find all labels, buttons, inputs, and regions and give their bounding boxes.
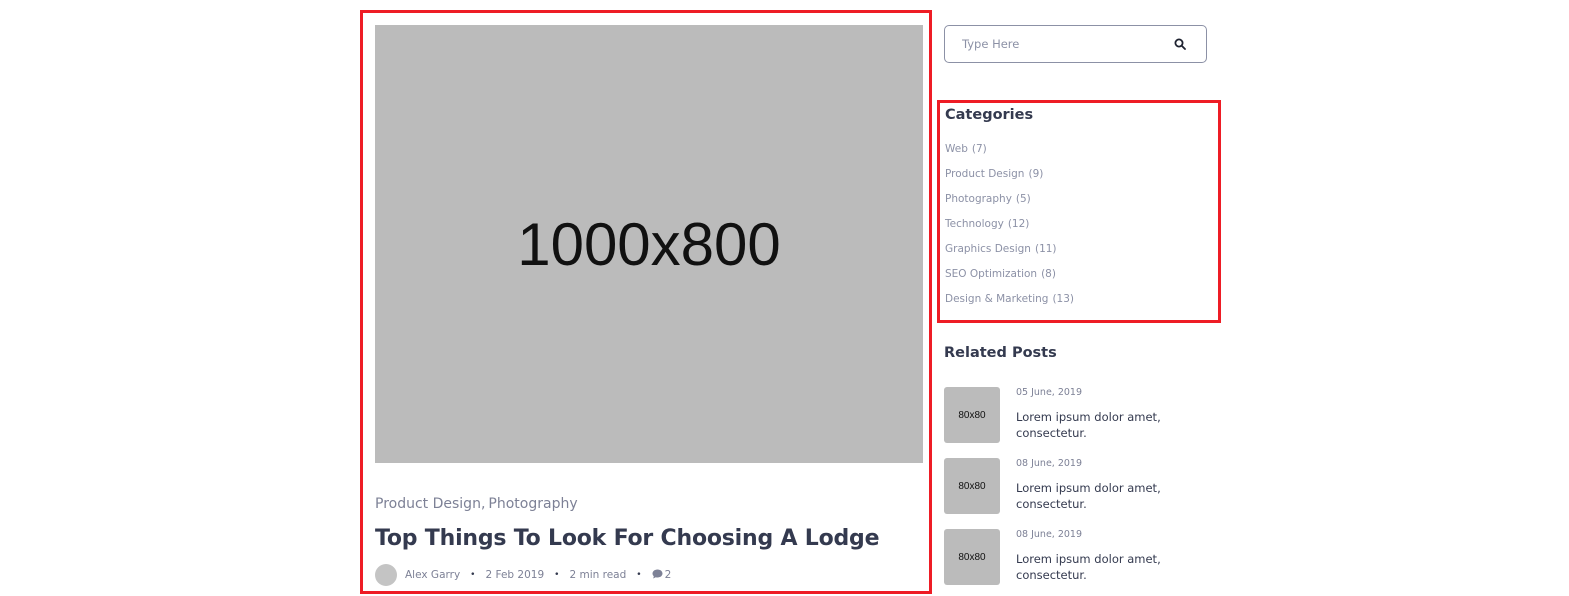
comment-count[interactable]: 2	[665, 569, 672, 581]
post-title[interactable]: Top Things To Look For Choosing A Lodge	[375, 526, 880, 551]
related-post-title[interactable]: Lorem ipsum dolor amet, consectetur.	[1016, 480, 1196, 512]
blog-post-card: 1000x800 Product Design, Photography Top …	[360, 10, 932, 594]
related-post-item[interactable]: 80x80 08 June, 2019 Lorem ipsum dolor am…	[944, 458, 1224, 514]
author-name[interactable]: Alex Garry	[405, 569, 460, 581]
page: 1000x800 Product Design, Photography Top …	[0, 0, 1569, 596]
category-count: (5)	[1015, 193, 1031, 205]
post-image-placeholder-label: 1000x800	[517, 210, 781, 278]
category-item[interactable]: Design & Marketing (13)	[945, 293, 1074, 318]
category-label[interactable]: Graphics Design	[945, 243, 1031, 255]
category-label[interactable]: Design & Marketing	[945, 293, 1048, 305]
post-category-link[interactable]: Product Design	[375, 496, 481, 512]
category-item[interactable]: Photography (5)	[945, 193, 1074, 218]
related-post-title[interactable]: Lorem ipsum dolor amet, consectetur.	[1016, 551, 1196, 583]
category-count: (8)	[1041, 268, 1056, 280]
category-count: (11)	[1034, 243, 1057, 255]
category-count: (9)	[1028, 168, 1044, 180]
search-icon[interactable]	[1174, 38, 1186, 50]
post-date: 2 Feb 2019	[485, 569, 545, 581]
related-post-thumbnail[interactable]: 80x80	[944, 458, 1000, 514]
category-item[interactable]: Technology (12)	[945, 218, 1074, 243]
read-time: 2 min read	[569, 569, 627, 581]
related-post-thumbnail[interactable]: 80x80	[944, 387, 1000, 443]
category-separator: ,	[480, 496, 486, 512]
meta-separator: •	[636, 570, 642, 580]
related-posts-title: Related Posts	[944, 345, 1057, 361]
category-item[interactable]: Web (7)	[945, 143, 1074, 168]
category-item[interactable]: Graphics Design (11)	[945, 243, 1074, 268]
meta-separator: •	[554, 570, 560, 580]
related-post-item[interactable]: 80x80 05 June, 2019 Lorem ipsum dolor am…	[944, 387, 1224, 443]
comment-icon[interactable]	[652, 569, 663, 582]
author-avatar[interactable]	[375, 564, 397, 586]
related-post-date: 08 June, 2019	[1016, 458, 1083, 469]
category-item[interactable]: Product Design (9)	[945, 168, 1074, 193]
category-label[interactable]: Technology	[945, 218, 1004, 230]
post-categories: Product Design, Photography	[375, 496, 578, 512]
categories-widget: Categories Web (7) Product Design (9) Phot…	[937, 100, 1221, 323]
category-count: (12)	[1007, 218, 1030, 230]
category-count: (7)	[971, 143, 987, 155]
categories-title: Categories	[945, 107, 1034, 123]
related-post-title[interactable]: Lorem ipsum dolor amet, consectetur.	[1016, 409, 1196, 441]
related-post-thumbnail[interactable]: 80x80	[944, 529, 1000, 585]
category-count: (13)	[1052, 293, 1075, 305]
category-label[interactable]: Web	[945, 143, 968, 155]
post-meta: Alex Garry • 2 Feb 2019 • 2 min read • 2	[375, 564, 671, 586]
related-post-date: 08 June, 2019	[1016, 529, 1083, 540]
search-box	[944, 25, 1207, 63]
category-item[interactable]: SEO Optimization (8)	[945, 268, 1074, 293]
category-label[interactable]: SEO Optimization	[945, 268, 1037, 280]
post-featured-image[interactable]: 1000x800	[375, 25, 923, 463]
meta-separator: •	[470, 570, 476, 580]
related-post-date: 05 June, 2019	[1016, 387, 1083, 398]
post-category-link[interactable]: Photography	[488, 496, 577, 512]
search-input[interactable]	[962, 37, 1162, 51]
category-list: Web (7) Product Design (9) Photography (5) …	[945, 143, 1074, 318]
category-label[interactable]: Product Design	[945, 168, 1024, 180]
category-label[interactable]: Photography	[945, 193, 1012, 205]
related-post-item[interactable]: 80x80 08 June, 2019 Lorem ipsum dolor am…	[944, 529, 1224, 585]
